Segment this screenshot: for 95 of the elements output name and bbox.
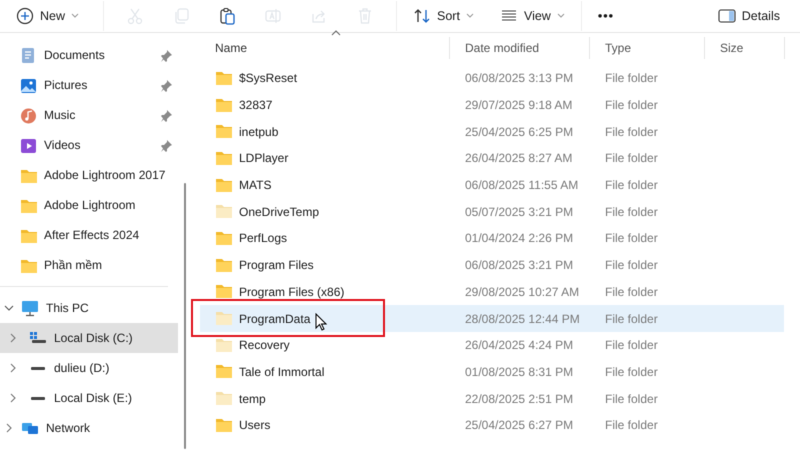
file-row[interactable]: LDPlayer 26/04/2025 8:27 AM File folder [200,145,784,172]
date-text: 06/08/2025 11:55 AM [465,177,578,194]
file-name: inetpub [239,124,278,141]
column-header[interactable]: Type [590,37,705,59]
chevron-right-icon [8,333,18,343]
date-text: 25/04/2025 6:25 PM [465,124,574,141]
date-text: 26/04/2025 4:24 PM [465,337,574,354]
file-name: temp [239,390,266,408]
type-text: File folder [605,284,658,301]
type-text: File folder [605,257,658,274]
sidebar-item[interactable]: Videos [0,130,178,160]
scissors-icon [126,7,144,25]
file-name: Program Files (x86) [239,284,344,301]
file-name: Program Files [239,257,314,274]
rename-icon [264,7,282,25]
file-name: Tale of Immortal [239,364,324,381]
date-text: 28/08/2025 12:44 PM [465,310,580,328]
music-note-icon [20,106,37,124]
type-text: File folder [605,417,658,434]
sidebar-item[interactable]: Pictures [0,70,178,100]
file-row[interactable]: Users 25/04/2025 6:27 PM File folder [200,412,784,439]
view-button[interactable]: View [492,4,573,28]
file-name: MATS [239,177,272,194]
column-header[interactable]: Date modified [450,37,590,59]
date-text: 22/08/2025 2:51 PM [465,390,574,408]
sidebar-item[interactable]: Network [0,413,178,443]
sidebar-item[interactable]: Music [0,100,178,130]
file-name: ProgramData [239,310,310,328]
chevron-right-icon [8,363,18,373]
sidebar-item[interactable]: Adobe Lightroom [0,190,178,220]
date-text: 29/07/2025 9:18 AM [465,97,572,114]
file-name: 32837 [239,97,272,114]
plus-circle-icon [16,7,34,25]
type-text: File folder [605,97,658,114]
sidebar-item[interactable]: Phần mềm [0,250,178,280]
sidebar-item[interactable]: Adobe Lightroom 2017 [0,160,178,190]
type-text: File folder [605,177,658,194]
sidebar-item[interactable]: After Effects 2024 [0,220,178,250]
type-text: File folder [605,124,658,141]
file-row[interactable]: Program Files 06/08/2025 3:21 PM File folder [200,252,784,278]
date-text: 25/04/2025 6:27 PM [465,417,574,434]
sort-arrows-icon [413,7,432,25]
network-icon [21,421,39,435]
file-row[interactable]: 32837 29/07/2025 9:18 AM File folder [200,92,784,118]
new-button[interactable]: New [8,4,88,28]
type-text: File folder [605,150,658,168]
date-text: 06/08/2025 3:21 PM [465,257,574,274]
file-row[interactable]: temp 22/08/2025 2:51 PM File folder [200,385,784,412]
type-text: File folder [605,337,658,354]
system-drive-icon [29,331,47,345]
type-text: File folder [605,364,658,381]
file-name: Users [239,417,270,434]
document-icon [20,46,37,64]
column-header[interactable]: Name [200,37,450,59]
file-row[interactable]: ProgramData 28/08/2025 12:44 PM File folder [200,305,784,332]
monitor-icon [21,300,39,316]
details-pane-icon [718,9,736,23]
type-text: File folder [605,310,658,328]
file-name: $SysReset [239,70,298,88]
mouse-pointer-icon [315,313,327,331]
clipboard-icon [218,7,236,25]
file-name: OneDriveTemp [239,204,320,221]
date-text: 06/08/2025 3:13 PM [465,70,574,88]
type-text: File folder [605,230,658,248]
picture-icon [20,76,37,94]
date-text: 26/04/2025 8:27 AM [465,150,572,168]
sidebar-item[interactable]: Documents [0,40,178,70]
sidebar-item[interactable]: Local Disk (E:) [0,383,178,413]
file-row[interactable]: OneDriveTemp 05/07/2025 3:21 PM File folder [200,198,784,226]
date-text: 01/08/2025 8:31 PM [465,364,574,381]
file-row[interactable]: Program Files (x86) 29/08/2025 10:27 AM File folder [200,278,784,306]
sort-button[interactable]: Sort [405,4,482,28]
more-button[interactable]: ••• [590,4,622,28]
video-icon [20,136,37,154]
file-row[interactable]: MATS 06/08/2025 11:55 AM File folder [200,172,784,198]
file-row[interactable]: PerfLogs 01/04/2024 2:26 PM File folder [200,225,784,252]
type-text: File folder [605,390,658,408]
chevron-right-icon [8,393,18,403]
sidebar-item[interactable]: Local Disk (C:) [0,323,178,353]
column-header[interactable]: Size [705,37,785,59]
file-row[interactable]: $SysReset 06/08/2025 3:13 PM File folder [200,65,784,92]
file-row[interactable]: Tale of Immortal 01/08/2025 8:31 PM File folder [200,358,784,386]
sidebar-item[interactable]: dulieu (D:) [0,353,178,383]
file-row[interactable]: inetpub 25/04/2025 6:25 PM File folder [200,118,784,146]
file-name: LDPlayer [239,150,288,168]
type-text: File folder [605,70,658,88]
details-button[interactable]: Details [710,4,788,28]
date-text: 05/07/2025 3:21 PM [465,204,574,221]
file-name: Recovery [239,337,290,354]
date-text: 29/08/2025 10:27 AM [465,284,580,301]
sidebar-item[interactable]: This PC [0,293,178,323]
file-name: PerfLogs [239,230,288,248]
file-row[interactable]: Recovery 26/04/2025 4:24 PM File folder [200,332,784,359]
date-text: 01/04/2024 2:26 PM [465,230,574,248]
type-text: File folder [605,204,658,221]
